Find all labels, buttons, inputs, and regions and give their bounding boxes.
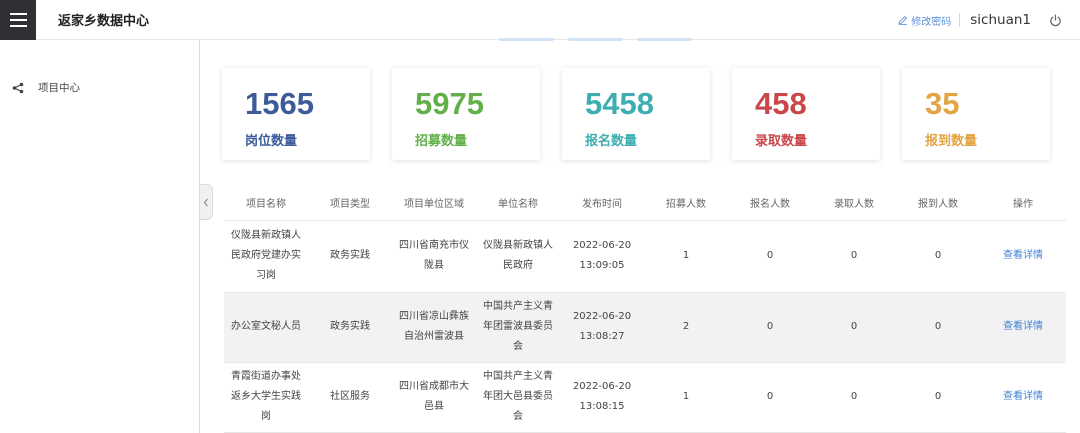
stat-value: 35 bbox=[925, 86, 960, 121]
cell-admit-count: 0 bbox=[812, 292, 896, 363]
cell-apply-count: 0 bbox=[728, 220, 812, 293]
cell-project-type: 社区服务 bbox=[308, 362, 392, 433]
column-header: 发布时间 bbox=[560, 186, 644, 221]
view-details-link[interactable]: 查看详情 bbox=[1003, 321, 1043, 332]
column-header: 录取人数 bbox=[812, 186, 896, 221]
column-header: 项目类型 bbox=[308, 186, 392, 221]
stat-label: 岗位数量 bbox=[245, 134, 298, 149]
column-header: 项目单位区域 bbox=[392, 186, 476, 221]
menu-toggle-button[interactable] bbox=[0, 0, 36, 40]
table-header-row: 项目名称 项目类型 项目单位区域 单位名称 发布时间 招募人数 报名人数 录取人… bbox=[224, 186, 1066, 221]
cell-admit-count: 0 bbox=[812, 220, 896, 293]
stat-value: 5975 bbox=[415, 86, 484, 121]
sidebar-item-project-center[interactable]: 项目中心 bbox=[12, 80, 80, 95]
sidebar-item-label: 项目中心 bbox=[38, 82, 80, 94]
change-password-label: 修改密码 bbox=[911, 16, 952, 28]
stat-value: 5458 bbox=[585, 86, 654, 121]
column-header: 项目名称 bbox=[224, 186, 308, 221]
cell-project-name: 青霞街道办事处 返乡大学生实践岗 bbox=[224, 362, 308, 433]
view-details-link[interactable]: 查看详情 bbox=[1003, 250, 1043, 261]
stat-value: 1565 bbox=[245, 86, 314, 121]
column-header: 招募人数 bbox=[644, 186, 728, 221]
header-divider bbox=[959, 13, 961, 27]
stat-label: 报到数量 bbox=[925, 134, 978, 149]
edit-icon bbox=[898, 15, 908, 25]
table-row: 办公室文秘人员 政务实践 四川省凉山彝族自治州雷波县 中国共产主义青年团雷波县委… bbox=[224, 292, 1066, 363]
cell-project-name: 办公室文秘人员 bbox=[224, 292, 308, 363]
cell-publish-time: 2022-06-20 13:08:27 bbox=[560, 292, 644, 363]
cell-recruit-count: 1 bbox=[644, 362, 728, 433]
sidebar: 项目中心 bbox=[0, 40, 200, 433]
cell-recruit-count: 1 bbox=[644, 220, 728, 293]
cell-publish-time: 2022-06-20 13:09:05 bbox=[560, 220, 644, 293]
stat-card-recruitment: 5975 招募数量 bbox=[392, 68, 540, 160]
power-icon bbox=[1050, 14, 1061, 26]
hamburger-icon bbox=[9, 13, 27, 15]
table-row: 青霞街道办事处 返乡大学生实践岗 社区服务 四川省成都市大邑县 中国共产主义青年… bbox=[224, 362, 1066, 433]
cell-apply-count: 0 bbox=[728, 292, 812, 363]
cell-publish-time: 2022-06-20 13:08:15 bbox=[560, 362, 644, 433]
project-table: 项目名称 项目类型 项目单位区域 单位名称 发布时间 招募人数 报名人数 录取人… bbox=[224, 186, 1066, 433]
cell-unit-name: 中国共产主义青年团雷波县委员会 bbox=[476, 292, 560, 363]
top-button-edge[interactable] bbox=[499, 38, 554, 41]
cell-project-type: 政务实践 bbox=[308, 220, 392, 293]
sidebar-collapse-handle[interactable] bbox=[200, 184, 213, 220]
view-details-link[interactable]: 查看详情 bbox=[1003, 391, 1043, 402]
table-row: 仪陇县新政镇人民政府党建办实习岗 政务实践 四川省南充市仪陇县 仪陇县新政镇人民… bbox=[224, 220, 1066, 293]
cell-region: 四川省凉山彝族自治州雷波县 bbox=[392, 292, 476, 363]
cell-project-name: 仪陇县新政镇人民政府党建办实习岗 bbox=[224, 220, 308, 293]
cell-report-count: 0 bbox=[896, 292, 980, 363]
cell-admit-count: 0 bbox=[812, 362, 896, 433]
stat-card-applications: 5458 报名数量 bbox=[562, 68, 710, 160]
column-header: 报到人数 bbox=[896, 186, 980, 221]
stat-label: 报名数量 bbox=[585, 134, 638, 149]
share-icon bbox=[12, 81, 26, 95]
cell-recruit-count: 2 bbox=[644, 292, 728, 363]
column-header: 报名人数 bbox=[728, 186, 812, 221]
stat-card-admitted: 458 录取数量 bbox=[732, 68, 880, 160]
stat-label: 录取数量 bbox=[755, 134, 808, 149]
column-header: 单位名称 bbox=[476, 186, 560, 221]
cell-region: 四川省南充市仪陇县 bbox=[392, 220, 476, 293]
change-password-link[interactable]: 修改密码 bbox=[898, 13, 951, 28]
cell-region: 四川省成都市大邑县 bbox=[392, 362, 476, 433]
top-button-edge[interactable] bbox=[568, 38, 623, 41]
cell-report-count: 0 bbox=[896, 220, 980, 293]
logout-button[interactable] bbox=[1049, 14, 1062, 27]
stat-card-reported: 35 报到数量 bbox=[902, 68, 1050, 160]
cell-report-count: 0 bbox=[896, 362, 980, 433]
app-title: 返家乡数据中心 bbox=[58, 14, 150, 29]
chevron-left-icon bbox=[203, 198, 208, 206]
top-button-edge[interactable] bbox=[637, 38, 692, 41]
stat-value: 458 bbox=[755, 86, 807, 121]
stat-card-positions: 1565 岗位数量 bbox=[222, 68, 370, 160]
cell-unit-name: 中国共产主义青年团大邑县委员会 bbox=[476, 362, 560, 433]
cell-unit-name: 仪陇县新政镇人民政府 bbox=[476, 220, 560, 293]
column-header: 操作 bbox=[980, 186, 1066, 221]
username: sichuan1 bbox=[970, 12, 1031, 28]
cell-apply-count: 0 bbox=[728, 362, 812, 433]
top-header: 返家乡数据中心 修改密码 sichuan1 bbox=[0, 0, 1080, 40]
cell-project-type: 政务实践 bbox=[308, 292, 392, 363]
stat-label: 招募数量 bbox=[415, 134, 468, 149]
header-actions: 修改密码 sichuan1 bbox=[898, 0, 1062, 40]
